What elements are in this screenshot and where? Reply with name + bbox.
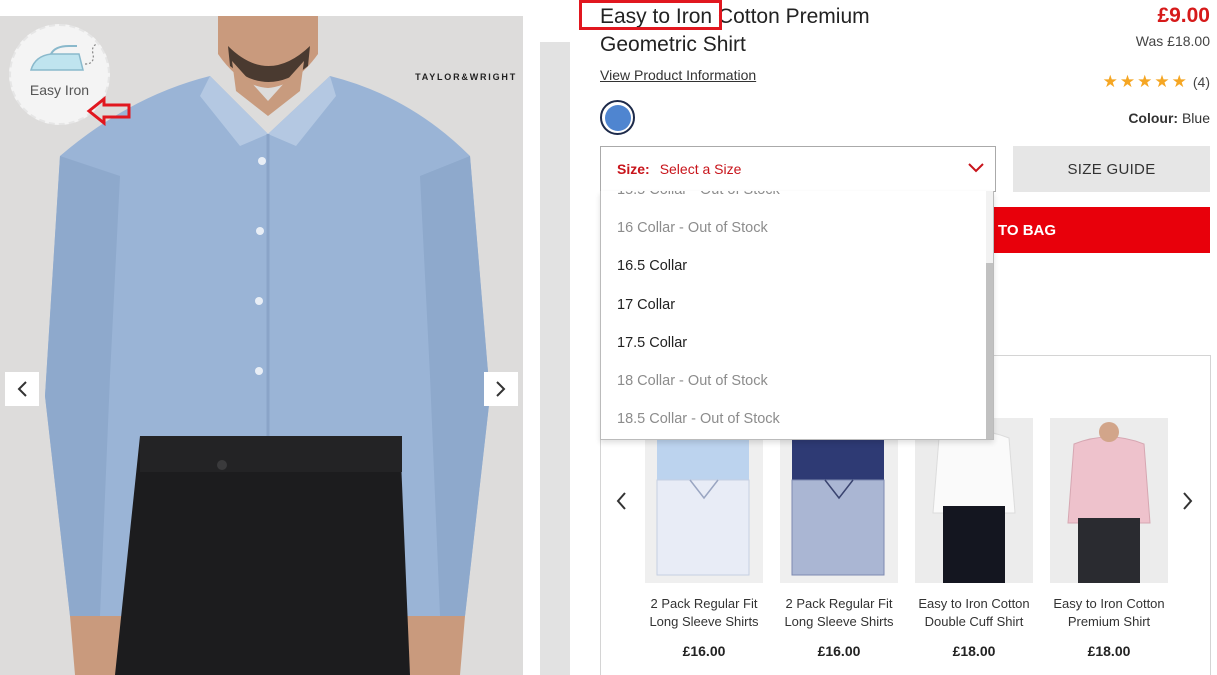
product-image-gallery[interactable]: TAYLOR&WRIGHT Easy Iron	[0, 16, 523, 675]
recommendation-name[interactable]: Easy to Iron Cotton Double Cuff Shirt	[915, 595, 1033, 631]
colour-swatch-blue[interactable]	[600, 100, 635, 135]
swatch-fill	[604, 104, 631, 131]
recommendation-image[interactable]	[915, 418, 1033, 583]
size-option[interactable]: 16 Collar - Out of Stock	[601, 209, 987, 247]
star-icon: ★	[1154, 72, 1170, 91]
size-option[interactable]: 16.5 Collar	[601, 247, 987, 285]
gallery-prev-button[interactable]	[5, 372, 39, 406]
chevron-left-icon	[616, 492, 626, 510]
product-thumbnail	[915, 418, 1033, 583]
colour-label: Colour:	[1128, 110, 1179, 126]
size-option[interactable]: 17.5 Collar	[601, 324, 987, 362]
star-icon: ★	[1137, 72, 1153, 91]
recommendation-name[interactable]: 2 Pack Regular Fit Long Sleeve Shirts	[645, 595, 763, 631]
size-label: Size:	[617, 161, 650, 177]
iron-icon	[30, 43, 97, 71]
recommendation-card[interactable]: 2 Pack Regular Fit Long Sleeve Shirts £1…	[645, 418, 763, 659]
view-product-information-link[interactable]: View Product Information	[600, 67, 756, 83]
recommendation-image[interactable]	[780, 418, 898, 583]
recommendation-name[interactable]: Easy to Iron Cotton Premium Shirt	[1050, 595, 1168, 631]
rating[interactable]: ★ ★ ★ ★ ★ (4)	[1103, 72, 1210, 92]
chevron-right-icon	[1183, 492, 1193, 510]
was-price: Was £18.00	[1135, 33, 1210, 49]
rating-count: (4)	[1192, 74, 1210, 90]
recommendation-image[interactable]	[1050, 418, 1168, 583]
secondary-product-image[interactable]	[540, 42, 570, 675]
recommendation-card[interactable]: Easy to Iron Cotton Premium Shirt £18.00	[1050, 418, 1168, 659]
chevron-down-icon	[968, 163, 984, 173]
dropdown-scrollbar-thumb[interactable]	[986, 263, 993, 439]
product-thumbnail	[1050, 418, 1168, 583]
recommendation-price: £16.00	[817, 643, 861, 659]
size-guide-button[interactable]: SIZE GUIDE	[1013, 146, 1210, 192]
star-icon: ★	[1119, 72, 1136, 91]
colour-value: Blue	[1181, 110, 1210, 126]
size-option[interactable]: 18.5 Collar - Out of Stock	[601, 400, 987, 438]
size-option[interactable]: 18 Collar - Out of Stock	[601, 362, 987, 400]
recommendation-card[interactable]: 2 Pack Regular Fit Long Sleeve Shirts £1…	[780, 418, 898, 659]
size-select[interactable]: Size: Select a Size	[600, 146, 996, 192]
chevron-right-icon	[496, 381, 506, 397]
carousel-next-button[interactable]	[1181, 490, 1195, 518]
recommendation-image[interactable]	[645, 418, 763, 583]
size-options: 15.5 Collar - Out of Stock 16 Collar - O…	[601, 191, 987, 438]
size-option[interactable]: 17 Collar	[601, 286, 987, 324]
size-dropdown-list[interactable]: 15.5 Collar - Out of Stock 16 Collar - O…	[600, 191, 994, 440]
product-thumbnail	[645, 418, 763, 583]
gallery-next-button[interactable]	[484, 372, 518, 406]
carousel-prev-button[interactable]	[614, 490, 628, 518]
recommendation-card[interactable]: Easy to Iron Cotton Double Cuff Shirt £1…	[915, 418, 1033, 659]
product-price: £9.00	[1157, 4, 1210, 27]
annotation-highlight-box	[579, 0, 722, 30]
product-thumbnail	[780, 418, 898, 583]
annotation-arrow-icon	[86, 96, 131, 126]
recommendation-name[interactable]: 2 Pack Regular Fit Long Sleeve Shirts	[780, 595, 898, 631]
size-placeholder: Select a Size	[659, 161, 742, 177]
recommendation-price: £18.00	[952, 643, 996, 659]
star-icon: ★	[1102, 72, 1118, 91]
product-page: TAYLOR&WRIGHT Easy Iron Easy to Iron Cot…	[0, 0, 1217, 675]
recommendation-price: £18.00	[1087, 643, 1131, 659]
recommendation-price: £16.00	[682, 643, 726, 659]
star-icon: ★	[1171, 72, 1187, 91]
colour-indicator: Colour: Blue	[1128, 110, 1210, 126]
size-option[interactable]: 15.5 Collar - Out of Stock	[601, 191, 987, 209]
chevron-left-icon	[17, 381, 27, 397]
brand-logo: TAYLOR&WRIGHT	[415, 72, 517, 82]
